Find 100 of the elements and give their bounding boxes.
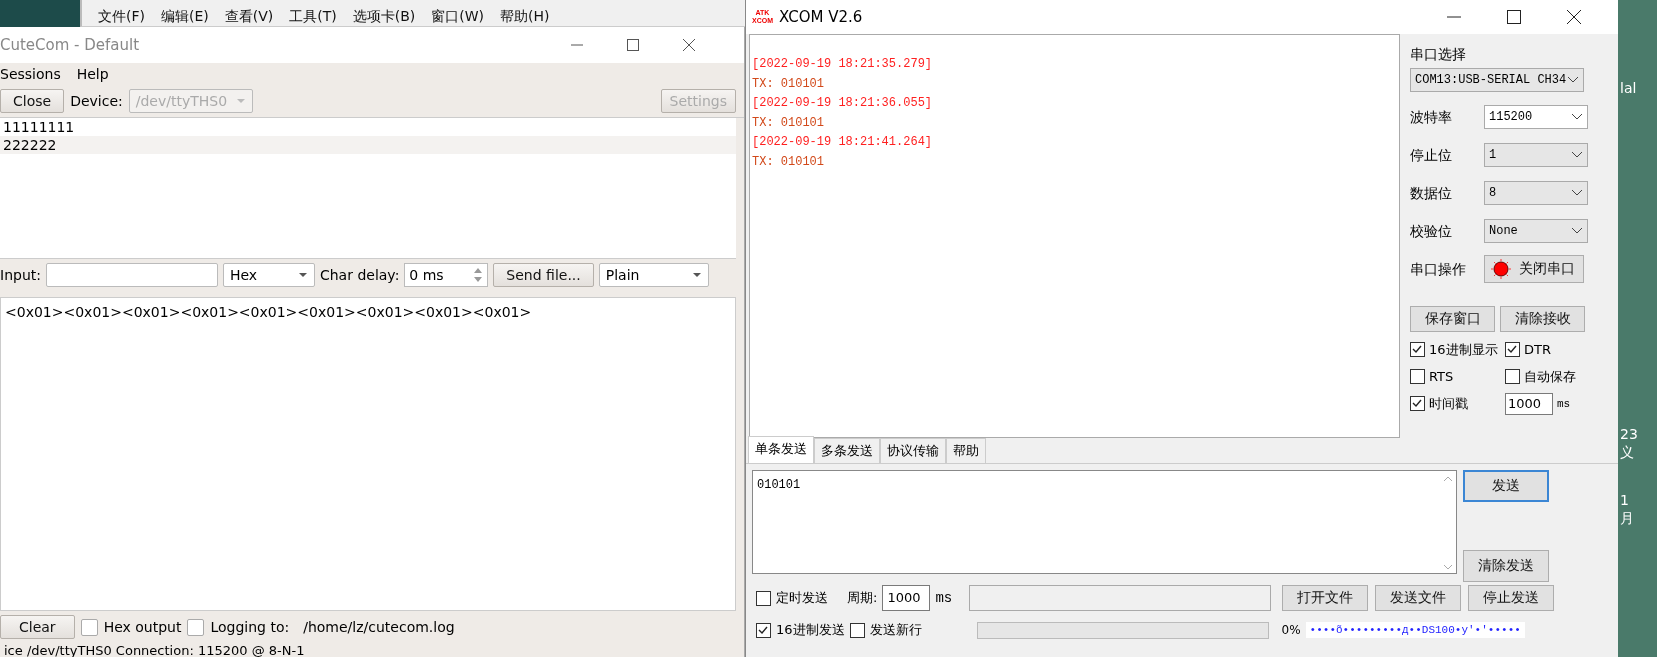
checkbox[interactable] [1505, 342, 1520, 357]
chevron-icon [1571, 189, 1583, 197]
caret-icon [297, 272, 308, 278]
caret-icon [691, 272, 702, 278]
history-item[interactable]: 11111111 [0, 118, 736, 136]
open-file-button[interactable]: 打开文件 [1282, 585, 1369, 611]
checkbox-label: 发送新行 [869, 621, 922, 639]
clear-button[interactable]: Clear [0, 615, 75, 639]
checkbox[interactable] [849, 622, 865, 638]
close-icon[interactable] [682, 38, 696, 52]
chevron-icon [1571, 227, 1583, 235]
log-line: [2022-09-19 18:21:41.264] [751, 134, 934, 151]
period-field[interactable]: 1000 [882, 585, 931, 611]
setting-label: 数据位 [1410, 184, 1453, 203]
char-delay-label: Char delay: [319, 267, 400, 283]
line-end-dropdown[interactable]: Plain [598, 263, 709, 287]
checkbox[interactable] [1410, 396, 1425, 411]
tab[interactable]: 多条发送 [814, 438, 880, 463]
chevron-icon [1567, 76, 1579, 84]
log-line: TX: 010101 [751, 153, 825, 171]
caret-icon [235, 98, 246, 104]
output-text: <0x01><0x01><0x01><0x01><0x01><0x01><0x01><0x01><0x01> [5, 304, 532, 320]
checkbox[interactable] [187, 618, 205, 636]
send-text-area[interactable]: 010101 [752, 470, 1457, 574]
checkbox-label: DTR [1524, 342, 1551, 357]
port-dropdown[interactable]: COM13:USB-SERIAL CH34 [1410, 68, 1584, 92]
setting-label: 波特率 [1410, 108, 1453, 127]
maximize-icon[interactable] [1506, 9, 1522, 25]
close-port-button[interactable]: 关闭串口 [1484, 255, 1584, 283]
log-line: [2022-09-19 18:21:36.055] [751, 95, 934, 112]
setting-dropdown[interactable]: None [1484, 219, 1588, 243]
file-path-field[interactable] [969, 585, 1272, 611]
close-button[interactable]: Close [0, 89, 65, 113]
history-item[interactable]: 222222 [0, 136, 736, 154]
desktop-text: 月 [1620, 510, 1634, 528]
chevron-icon [1571, 151, 1583, 159]
clear-send-button[interactable]: 清除发送 [1463, 550, 1549, 582]
checkbox[interactable] [1410, 369, 1425, 384]
checkbox-label: 16进制显示 [1429, 340, 1498, 359]
checkbox-label: Logging to: [210, 619, 290, 635]
menu-item[interactable]: Sessions [0, 66, 61, 82]
menu-item[interactable]: 帮助(H) [500, 6, 550, 26]
status-ticker: ••••õ•••••••••д••DS100•y'•'••••• [1305, 622, 1525, 638]
input-field[interactable] [45, 263, 218, 287]
checkbox-label: 16进制发送 [776, 621, 845, 639]
log-line: [2022-09-19 18:21:35.279] [751, 56, 934, 73]
tab[interactable]: 帮助 [946, 438, 986, 463]
menu-item[interactable]: 文件(F) [98, 6, 145, 26]
checkbox[interactable] [756, 590, 771, 606]
unit-label: ms [935, 590, 953, 606]
char-delay-spinbox[interactable]: 0 ms [404, 263, 489, 287]
checkbox-label: RTS [1429, 369, 1454, 384]
save-window-button[interactable]: 保存窗口 [1410, 306, 1495, 332]
tab[interactable]: 单条发送 [748, 436, 814, 463]
chevron-icon [1571, 113, 1583, 121]
desktop-text: lal [1620, 80, 1637, 96]
clear-receive-button[interactable]: 清除接收 [1500, 306, 1585, 332]
checkbox[interactable] [1410, 342, 1425, 357]
setting-dropdown[interactable]: 115200 [1484, 105, 1588, 129]
checkbox-label: Hex output [103, 619, 182, 635]
spin-arrows-icon[interactable] [473, 266, 484, 284]
checkbox-label: 时间戳 [1429, 394, 1468, 413]
setting-dropdown[interactable]: 1 [1484, 143, 1588, 167]
log-path: /home/lz/cutecom.log [303, 619, 455, 635]
setting-dropdown[interactable]: 8 [1484, 181, 1588, 205]
format-dropdown[interactable]: Hex [222, 263, 315, 287]
checkbox[interactable] [1505, 369, 1520, 384]
checkbox-label: 自动保存 [1524, 367, 1576, 386]
stop-send-button[interactable]: 停止发送 [1468, 585, 1555, 611]
send-file-button[interactable]: Send file... [493, 263, 594, 287]
port-label: 串口选择 [1410, 45, 1467, 64]
setting-label: 校验位 [1410, 222, 1453, 241]
menu-item[interactable]: 编辑(E) [161, 6, 209, 26]
window-title: XCOM V2.6 [779, 8, 863, 26]
menu-item[interactable]: Help [76, 66, 109, 82]
log-line: TX: 010101 [751, 75, 825, 93]
close-icon[interactable] [1566, 9, 1582, 25]
device-label: Device: [70, 93, 123, 109]
maximize-icon[interactable] [626, 38, 640, 52]
interval-field[interactable]: 1000 [1505, 392, 1553, 415]
checkbox[interactable] [756, 622, 771, 638]
operation-label: 串口操作 [1410, 260, 1467, 279]
checkbox-label: 定时发送 [776, 589, 828, 607]
window-title: CuteCom - Default [0, 36, 140, 54]
log-line: TX: 010101 [751, 114, 825, 132]
setting-label: 停止位 [1410, 146, 1453, 165]
send-button[interactable]: 发送 [1463, 470, 1549, 502]
period-label: 周期: [847, 589, 878, 607]
send-file-button[interactable]: 发送文件 [1375, 585, 1462, 611]
status-text: ice /dev/ttyTHS0 Connection: 115200 @ 8-N-1 [4, 643, 305, 657]
checkbox[interactable] [80, 618, 98, 636]
menu-item[interactable]: 查看(V) [224, 6, 274, 26]
menu-item[interactable]: 工具(T) [289, 6, 337, 26]
input-label: Input: [0, 267, 41, 283]
unit-label: ms [1557, 397, 1571, 410]
tab[interactable]: 协议传输 [880, 438, 946, 463]
desktop-text: 1 [1620, 492, 1629, 508]
desktop-text: 23 [1620, 426, 1638, 442]
menu-item[interactable]: 选项卡(B) [352, 6, 416, 26]
menu-item[interactable]: 窗口(W) [431, 6, 485, 26]
